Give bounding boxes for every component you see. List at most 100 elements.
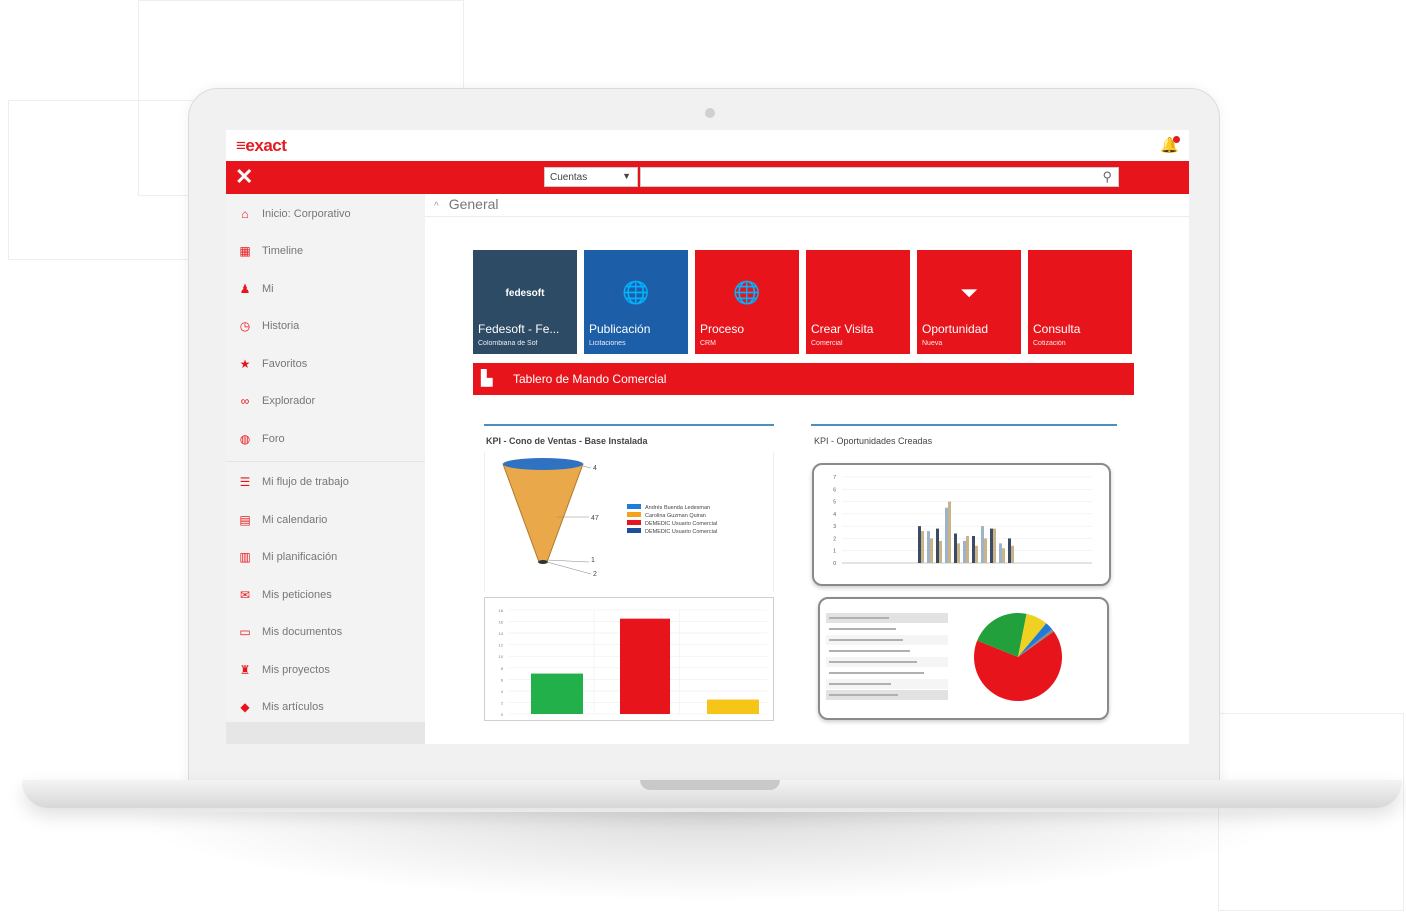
tile-label: Publicación — [589, 322, 651, 336]
sidebar-item[interactable]: ★ Favoritos — [236, 354, 308, 374]
y-tick-label: 10 — [499, 654, 504, 659]
laptop-shadow — [120, 812, 1300, 902]
funnel-chart: 4 47 1 2 Andrés Buenda Ledesman Carolina Guzm… — [502, 458, 717, 578]
workflow-icon: ☰ — [239, 475, 251, 489]
bar — [620, 618, 670, 714]
planning-icon: ▥ — [239, 550, 251, 564]
pie-chart — [826, 613, 1062, 701]
web-icon: 🌐 — [622, 280, 650, 305]
home-icon: ⌂ — [241, 207, 249, 221]
dashboard-header[interactable]: ▙ Tablero de Mando Comercial — [473, 363, 1134, 395]
tile-label: Proceso — [700, 322, 745, 336]
tile-sublabel: Cotización — [1033, 340, 1066, 347]
fedesoft-logo-icon: fedesoft — [505, 288, 545, 299]
pie-chart-panel — [818, 597, 1109, 720]
app-tile[interactable]: ⏷ Oportunidad Nueva — [917, 250, 1021, 354]
tile-sublabel: Nueva — [922, 340, 943, 347]
exact-logo[interactable]: ≡exact — [236, 136, 287, 156]
legend-entry: DEMEDIC Usuario Comercial — [645, 529, 717, 535]
sidebar-item[interactable]: ♟ Mi — [236, 279, 274, 299]
sidebar-item[interactable]: ∞ Explorador — [236, 391, 315, 411]
sidebar: ⌂ Inicio: Corporativo ▦ Timeline ♟ Mi ◷ Histori… — [226, 194, 425, 744]
y-tick-label: 4 — [833, 512, 836, 518]
kpi-accent-line — [484, 424, 774, 426]
bar — [948, 501, 951, 563]
bar — [999, 543, 1002, 563]
legend-entry: Andrés Buenda Ledesman — [645, 505, 710, 511]
bar — [954, 533, 957, 563]
app-tile[interactable]: Consulta Cotización — [1028, 250, 1132, 354]
app-tile[interactable]: 🌐 Proceso CRM — [695, 250, 799, 354]
table-row-text — [829, 617, 889, 619]
legend-swatch — [627, 528, 641, 533]
star-icon: ★ — [239, 357, 251, 371]
y-tick-label: 7 — [833, 475, 836, 481]
sidebar-item[interactable]: ☰ Mi flujo de trabajo — [236, 472, 349, 492]
sidebar-item[interactable]: ♜ Mis proyectos — [236, 660, 330, 680]
y-tick-label: 3 — [833, 524, 836, 530]
bar — [930, 538, 933, 563]
y-tick-label: 8 — [501, 666, 504, 671]
sidebar-item[interactable]: ▦ Timeline — [236, 241, 303, 261]
section-header[interactable]: ^ General — [434, 196, 499, 212]
y-tick-label: 4 — [501, 689, 504, 694]
app-tile[interactable]: Crear Visita Comercial — [806, 250, 910, 354]
divider — [425, 216, 1189, 217]
bar — [945, 507, 948, 563]
timeline-icon: ▦ — [239, 244, 251, 258]
y-tick-label: 12 — [499, 643, 504, 648]
articles-icon: ◆ — [240, 700, 250, 714]
app-tile[interactable]: 🌐 Publicación Licitaciones — [584, 250, 688, 354]
search-scope-select[interactable]: Cuentas ▼ — [544, 167, 638, 187]
tile-label: Oportunidad — [922, 322, 989, 336]
legend-entry: Carolina Guzman Quiran — [645, 513, 706, 519]
sidebar-item[interactable]: ◍ Foro — [236, 429, 285, 449]
search-bar: ✕ Cuentas ▼ ⚲ — [226, 161, 1189, 194]
funnel-chart-panel: 4 47 1 2 Andrés Buenda Ledesman Carolina Guzm… — [484, 452, 774, 592]
sidebar-item-label: Mi flujo de trabajo — [262, 476, 349, 488]
y-tick-label: 1 — [833, 549, 836, 555]
sidebar-footer — [226, 722, 425, 744]
y-tick-label: 5 — [833, 500, 836, 506]
bar — [939, 540, 942, 563]
y-tick-label: 0 — [833, 561, 836, 567]
funnel-data-label: 4 — [593, 465, 597, 472]
dashboard-title: Tablero de Mando Comercial — [513, 372, 667, 386]
sidebar-item-label: Mi calendario — [262, 514, 328, 526]
funnel-leader-line — [546, 561, 592, 575]
sidebar-item[interactable]: ▥ Mi planificación — [236, 547, 337, 567]
web-icon: 🌐 — [733, 280, 761, 305]
close-icon[interactable]: ✕ — [235, 164, 253, 190]
table-row-text — [829, 650, 910, 652]
laptop-notch — [640, 780, 780, 790]
sidebar-item[interactable]: ◆ Mis artículos — [236, 697, 323, 717]
y-tick-label: 6 — [833, 487, 836, 493]
sidebar-item[interactable]: ▤ Mi calendario — [236, 510, 327, 530]
grouped-bar-chart: 7 6 5 4 3 2 1 0 — [833, 475, 1092, 567]
app-tile[interactable]: fedesoft Fedesoft - Fe... Colombiana de So… — [473, 250, 577, 354]
history-icon: ◷ — [239, 319, 251, 333]
bar — [918, 526, 921, 563]
tile-sublabel: Licitaciones — [589, 340, 626, 347]
sidebar-item[interactable]: ✉ Mis peticiones — [236, 585, 332, 605]
search-icon[interactable]: ⚲ — [1102, 169, 1112, 185]
y-tick-label: 2 — [833, 536, 836, 542]
legend-swatch — [627, 504, 641, 509]
kpi-right-title: KPI - Oportunidades Creadas — [814, 436, 933, 446]
tile-label: Crear Visita — [811, 322, 874, 336]
notification-badge — [1173, 136, 1180, 143]
tile-sublabel: CRM — [700, 340, 716, 347]
top-bar: ≡exact 🔔 — [226, 130, 1189, 161]
bar-chart-panel: 0 2 4 6 8 10 12 14 16 18 — [484, 597, 774, 721]
sidebar-item[interactable]: ◷ Historia — [236, 316, 300, 336]
search-input[interactable]: ⚲ — [640, 167, 1119, 187]
sidebar-item[interactable]: ▭ Mis documentos — [236, 622, 342, 642]
tile-sublabel: Colombiana de Sof — [478, 340, 538, 347]
bar — [531, 673, 583, 714]
sidebar-item[interactable]: ⌂ Inicio: Corporativo — [236, 204, 350, 224]
bar — [981, 526, 984, 563]
funnel-data-label: 2 — [593, 571, 597, 578]
bar — [963, 540, 966, 563]
dashboard-icon: ▙ — [481, 370, 493, 387]
divider — [226, 461, 425, 462]
